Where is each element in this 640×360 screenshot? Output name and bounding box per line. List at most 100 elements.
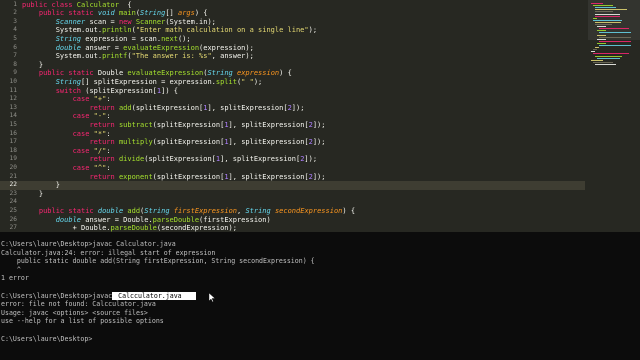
code-line[interactable]: 25 public static double add(String first… (0, 207, 585, 216)
code-text: } (22, 181, 60, 190)
code-line[interactable]: 14 case "-": (0, 112, 585, 121)
code-token: return (89, 103, 119, 112)
code-line[interactable]: 22 } (0, 181, 585, 190)
code-token: public static (38, 9, 98, 18)
code-token: evaluateExpression (127, 69, 204, 78)
line-number: 21 (9, 172, 17, 180)
code-line[interactable]: 16 case "*": (0, 130, 585, 139)
code-line[interactable]: 23 } (0, 190, 585, 199)
code-line[interactable]: 7 System.out.printf("The answer is: %s",… (0, 52, 585, 61)
code-token: ], splitExpression[ (228, 120, 309, 129)
code-text: double answer = evaluateExpression(expre… (22, 44, 254, 53)
code-token: String (55, 77, 82, 86)
code-line[interactable]: 19 return divide(splitExpression[1], spl… (0, 155, 585, 164)
code-token: args (177, 9, 195, 18)
code-editor[interactable]: 1 public class Calculator {2 public stati… (0, 0, 640, 232)
minimap-line (591, 3, 603, 4)
code-text: } (22, 190, 43, 199)
code-text: return exponent(splitExpression[1], spli… (22, 172, 325, 182)
code-token: Scanner (55, 17, 86, 26)
code-text: System.out.println("Enter math calculati… (22, 26, 317, 35)
code-token: "The answer is: %s" (131, 52, 212, 61)
code-token: answer = (81, 43, 124, 52)
terminal[interactable]: C:\Users\laure\Desktop>javac Calculator.… (0, 232, 640, 360)
code-token: ], splitExpression[ (228, 172, 309, 181)
code-token: void (97, 9, 119, 18)
terminal-text: public static double add(String firstExp… (1, 257, 315, 266)
code-token: answer = Double. (81, 215, 153, 224)
line-number: 18 (9, 146, 17, 154)
code-token: (System.in); (165, 17, 216, 26)
code-text: public static void main(String[] args) { (22, 9, 208, 18)
code-text: case "*": (22, 130, 111, 139)
code-token: case (72, 95, 94, 104)
minimap-line (593, 49, 597, 51)
code-token: Double (97, 69, 128, 78)
code-text: return subtract(splitExpression[1], spli… (22, 120, 325, 130)
code-text: case "-": (22, 112, 111, 121)
code-token: String (55, 34, 82, 43)
code-line[interactable]: 8 } (0, 61, 585, 70)
code-token: " " (241, 77, 254, 86)
code-token: scan = (85, 17, 119, 26)
code-line[interactable]: 15 return subtract(splitExpression[1], s… (0, 121, 585, 130)
code-line[interactable]: 4 System.out.println("Enter math calcula… (0, 26, 585, 35)
code-line[interactable]: 21 return exponent(splitExpression[1], s… (0, 173, 585, 182)
code-token: new (118, 17, 136, 26)
code-text: System.out.printf("The answer is: %s", a… (22, 52, 254, 61)
minimap-line (593, 19, 622, 21)
code-line[interactable]: 9 public static Double evaluateExpressio… (0, 69, 585, 78)
terminal-line: public static double add(String firstExp… (1, 257, 315, 266)
code-line[interactable]: 20 case "^": (0, 164, 585, 173)
code-text: return multiply(splitExpression[1], spli… (22, 138, 325, 147)
terminal-text: 1 error (1, 274, 29, 283)
code-line[interactable]: 27 + Double.parseDouble(secondExpression… (0, 224, 585, 232)
line-number: 19 (9, 155, 17, 163)
code-line[interactable]: 18 case "/": (0, 147, 585, 156)
code-line[interactable]: 17 return multiply(splitExpression[1], s… (0, 138, 585, 147)
code-token: return (89, 155, 119, 164)
line-number: 13 (9, 103, 17, 111)
code-token: "*" (93, 129, 107, 138)
code-line[interactable]: 26 double answer = Double.parseDouble(fi… (0, 216, 585, 225)
minimap-line (599, 45, 632, 46)
code-line[interactable]: 10 String[] splitExpression = expression… (0, 78, 585, 87)
code-line[interactable]: 13 return add(splitExpression[1], splitE… (0, 104, 585, 113)
code-area[interactable]: 1 public class Calculator {2 public stati… (0, 0, 585, 232)
code-line[interactable]: 11 switch (splitExpression[1]) { (0, 87, 585, 96)
code-token: System.out. (22, 52, 103, 61)
minimap-line (593, 17, 597, 19)
code-line[interactable]: 5 String expression = scan.next(); (0, 35, 585, 44)
code-token: : (106, 95, 111, 104)
minimap-line (597, 38, 607, 40)
code-line[interactable]: 2 public static void main(String[] args)… (0, 9, 585, 18)
code-token: add (118, 103, 132, 112)
code-token: Scanner (135, 17, 166, 26)
code-token: : (106, 129, 111, 138)
minimap[interactable] (588, 0, 640, 232)
terminal-selection[interactable]: Calcculator.java (112, 291, 196, 300)
code-token: (expression); (199, 43, 254, 52)
terminal-line: use --help for a list of possible option… (1, 317, 164, 326)
code-token: expression = scan. (81, 34, 162, 43)
code-token: return (89, 172, 119, 181)
code-line[interactable]: 24 (0, 198, 585, 207)
code-line[interactable]: 12 case "+": (0, 95, 585, 104)
code-line[interactable]: 6 double answer = evaluateExpression(exp… (0, 44, 585, 53)
code-text: public static double add(String firstExp… (22, 207, 355, 216)
terminal-text: use --help for a list of possible option… (1, 317, 164, 326)
code-token: } (22, 60, 44, 69)
minimap-line (599, 40, 631, 42)
code-line[interactable]: 1 public class Calculator { (0, 1, 585, 10)
code-line[interactable]: 3 Scanner scan = new Scanner(System.in); (0, 18, 585, 27)
line-number: 4 (13, 26, 17, 34)
code-token: : (106, 112, 111, 121)
code-token: (splitExpression[ (85, 86, 157, 95)
